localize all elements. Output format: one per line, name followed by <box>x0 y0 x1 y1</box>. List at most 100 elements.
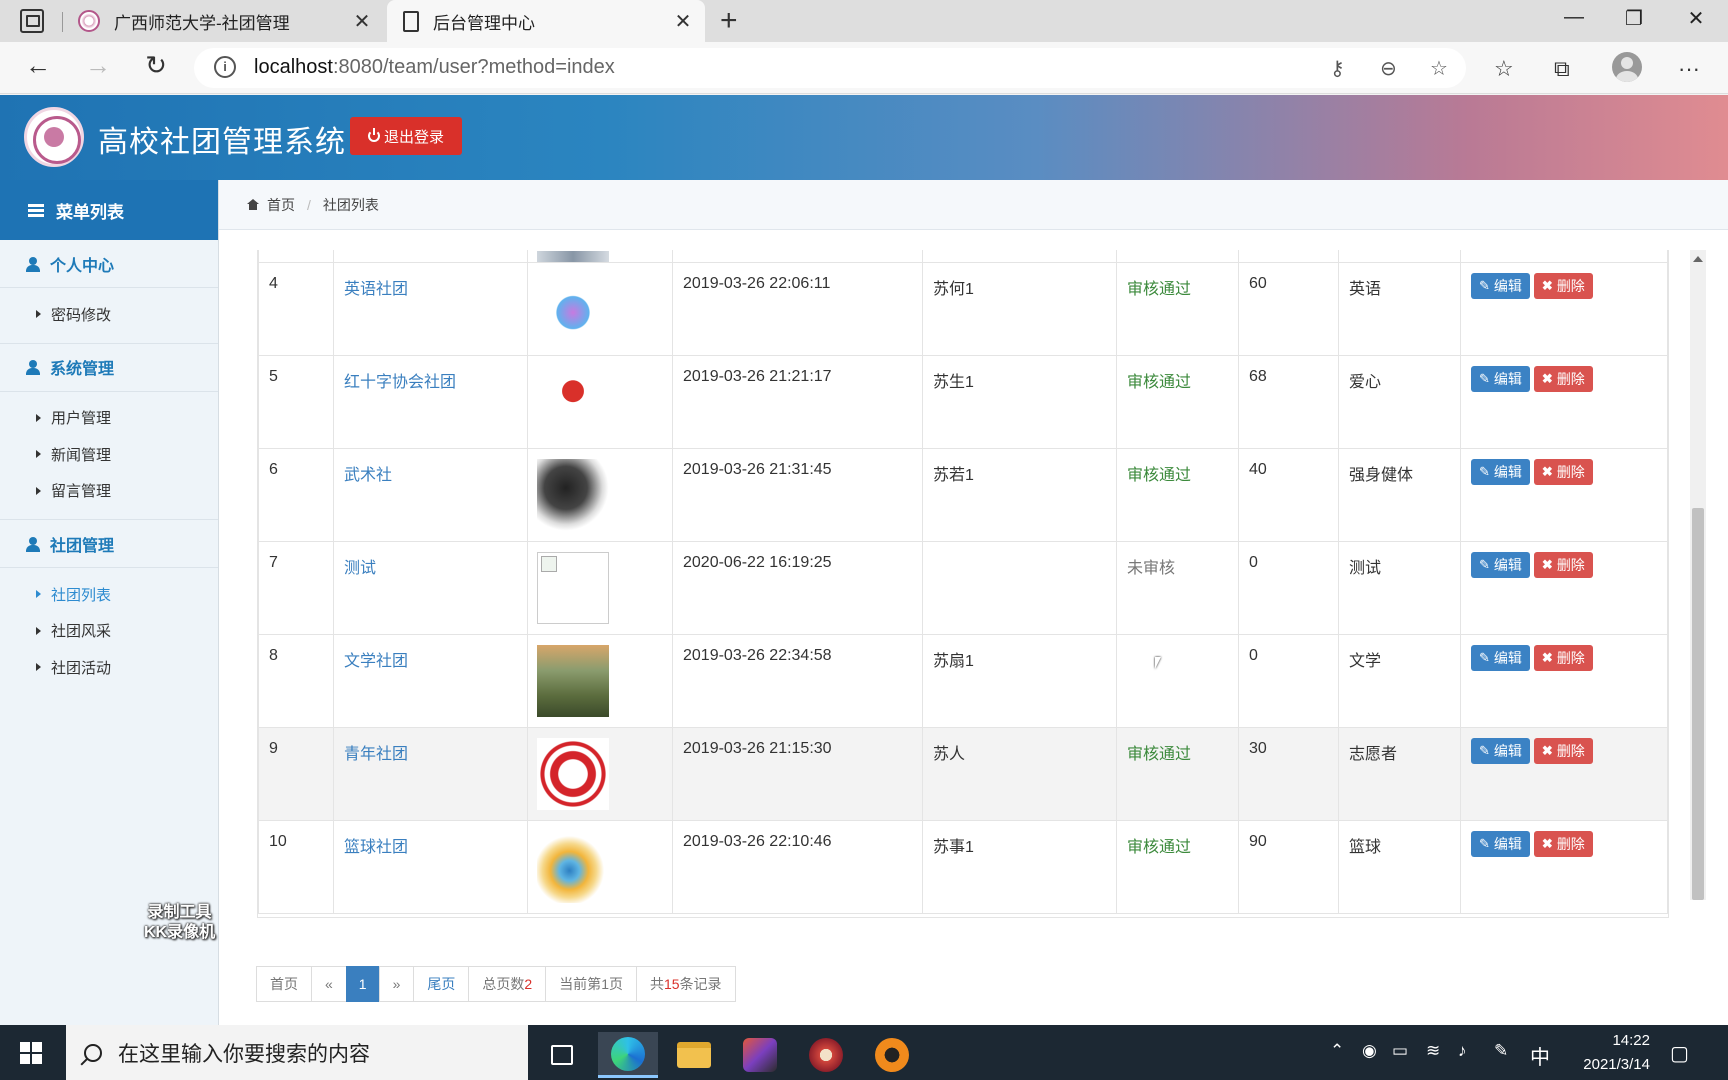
profile-avatar[interactable] <box>1612 52 1642 82</box>
delete-button[interactable]: ✖ 删除 <box>1533 366 1593 392</box>
pager-first[interactable]: 首页 <box>256 966 312 1002</box>
maximize-icon[interactable]: ❐ <box>1614 6 1654 31</box>
back-icon[interactable]: ← <box>20 50 56 81</box>
club-name-link[interactable]: 红十字协会社团 <box>344 374 456 391</box>
sidebar-item-club-activities[interactable]: 社团活动 <box>0 649 218 686</box>
tab-title: 后台管理中心 <box>433 13 535 33</box>
recorder-app-icon[interactable] <box>862 1032 922 1078</box>
club-table-container[interactable]: 4 英语社团 2019-03-26 22:06:11 苏何1 审核通过 60 英语 ✎ 编辑 ✖ 删… <box>257 250 1669 918</box>
delete-button[interactable]: ✖ 删除 <box>1533 831 1593 857</box>
cell-manager: 苏人 <box>922 727 1117 821</box>
delete-button[interactable]: ✖ 删除 <box>1533 738 1593 764</box>
edit-button[interactable]: ✎ 编辑 <box>1471 831 1530 857</box>
pager-last[interactable]: 尾页 <box>413 966 470 1002</box>
menu-group-label: 系统管理 <box>50 361 115 378</box>
site-info-icon[interactable]: i <box>214 56 236 78</box>
pager-total-pages-value: 2 <box>524 976 533 992</box>
qq-tray-icon[interactable]: ◉ <box>1362 1041 1377 1061</box>
scroll-up-icon[interactable] <box>1693 256 1703 262</box>
edit-button[interactable]: ✎ 编辑 <box>1471 366 1530 392</box>
battery-icon[interactable]: ▭ <box>1392 1041 1408 1061</box>
url-field[interactable]: i localhost:8080/team/user?method=index … <box>194 48 1466 88</box>
menu-group-system[interactable]: 系统管理 <box>0 344 218 392</box>
scrollbar-thumb[interactable] <box>1692 508 1704 900</box>
taskbar-search[interactable]: 在这里输入你要搜索的内容 <box>66 1025 528 1080</box>
breadcrumb-home[interactable]: 首页 <box>267 195 295 215</box>
cell-manager <box>922 541 1117 635</box>
logout-button[interactable]: 退出登录 <box>350 117 463 155</box>
cell-name: 测试 <box>333 541 528 635</box>
delete-button[interactable]: ✖ 删除 <box>1533 273 1593 299</box>
edit-button[interactable]: ✎ 编辑 <box>1471 645 1530 671</box>
club-name-link[interactable]: 武术社 <box>344 467 392 484</box>
more-menu-icon[interactable]: ··· <box>1678 56 1700 82</box>
sidebar-item-club-showcase[interactable]: 社团风采 <box>0 613 218 650</box>
wifi-icon[interactable]: ≋ <box>1426 1041 1440 1061</box>
club-table: 4 英语社团 2019-03-26 22:06:11 苏何1 审核通过 60 英语 ✎ 编辑 ✖ 删… <box>258 250 1668 914</box>
pager-total-pages-label: 总页数 <box>482 976 525 992</box>
edit-button[interactable]: ✎ 编辑 <box>1471 459 1530 485</box>
delete-button[interactable]: ✖ 删除 <box>1533 459 1593 485</box>
tab-actions-icon[interactable] <box>20 9 44 33</box>
delete-label: 删除 <box>1556 464 1585 480</box>
club-name-link[interactable]: 篮球社团 <box>344 839 408 856</box>
sidebar-item-messages[interactable]: 留言管理 <box>0 473 218 510</box>
favorites-icon[interactable]: ☆ <box>1494 56 1514 82</box>
pager-current-page[interactable]: 1 <box>345 966 380 1002</box>
cell-id: 6 <box>258 448 334 542</box>
edge-taskbar-icon[interactable] <box>598 1032 658 1078</box>
media-app-icon[interactable] <box>796 1032 856 1078</box>
tray-expand-icon[interactable]: ⌃ <box>1330 1041 1344 1061</box>
file-explorer-icon[interactable] <box>664 1032 724 1078</box>
collections-icon[interactable]: ⧉ <box>1554 56 1570 82</box>
cell-manager: 苏若1 <box>922 448 1117 542</box>
club-name-link[interactable]: 英语社团 <box>344 281 408 298</box>
pen-icon[interactable]: ✎ <box>1494 1041 1508 1061</box>
pager-current-suffix: 页 <box>608 976 623 992</box>
sidebar-item-club-list[interactable]: 社团列表 <box>0 576 218 613</box>
pager-next[interactable]: » <box>378 966 415 1002</box>
url-text[interactable]: localhost:8080/team/user?method=index <box>254 56 615 79</box>
edit-button[interactable]: ✎ 编辑 <box>1471 738 1530 764</box>
menu-group-personal[interactable]: 个人中心 <box>0 240 218 288</box>
password-key-icon[interactable]: ⚷ <box>1330 56 1345 81</box>
task-view-icon[interactable] <box>532 1032 592 1078</box>
edit-button[interactable]: ✎ 编辑 <box>1471 552 1530 578</box>
cell-time: 2019-03-26 22:06:11 <box>672 262 923 356</box>
windows-start-icon[interactable] <box>20 1042 42 1064</box>
window-close-icon[interactable]: ✕ <box>1676 6 1716 31</box>
reload-icon[interactable]: ↻ <box>138 50 174 81</box>
club-name-link[interactable]: 青年社团 <box>344 746 408 763</box>
ide-taskbar-icon[interactable] <box>730 1032 790 1078</box>
cell-manager: 苏生1 <box>922 355 1117 449</box>
vertical-scrollbar[interactable] <box>1690 250 1706 900</box>
delete-button[interactable]: ✖ 删除 <box>1533 552 1593 578</box>
cell-time: 2019-03-26 21:21:17 <box>672 355 923 449</box>
minimize-icon[interactable]: — <box>1554 6 1594 29</box>
sidebar-item-password[interactable]: 密码修改 <box>0 296 218 333</box>
caret-right-icon <box>36 590 41 599</box>
pager-prev[interactable]: « <box>311 966 347 1002</box>
taskbar-clock[interactable]: 14:22 2021/3/14 <box>1560 1029 1650 1077</box>
add-favorite-icon[interactable]: ☆ <box>1430 56 1448 81</box>
club-name-link[interactable]: 测试 <box>344 560 376 577</box>
sidebar-item-users[interactable]: 用户管理 <box>0 400 218 437</box>
menu-group-clubs[interactable]: 社团管理 <box>0 520 218 568</box>
sidebar-item-news[interactable]: 新闻管理 <box>0 436 218 473</box>
browser-tab-club[interactable]: 广西师范大学-社团管理 ✕ <box>66 0 384 42</box>
sidebar-heading-label: 菜单列表 <box>56 202 124 222</box>
club-name-link[interactable]: 文学社团 <box>344 653 408 670</box>
ime-indicator[interactable]: 中 <box>1530 1041 1550 1070</box>
tab-close-icon[interactable]: ✕ <box>348 9 376 34</box>
notification-icon[interactable]: ▢ <box>1670 1041 1689 1066</box>
tab-close-icon[interactable]: ✕ <box>669 9 697 34</box>
new-tab-icon[interactable]: + <box>720 4 738 38</box>
pager-total-pages: 总页数 2 <box>468 966 547 1002</box>
zoom-out-icon[interactable]: ⊖ <box>1380 56 1397 81</box>
volume-icon[interactable]: ♪ <box>1458 1041 1467 1061</box>
delete-button[interactable]: ✖ 删除 <box>1533 645 1593 671</box>
browser-tab-admin[interactable]: 后台管理中心 ✕ <box>387 0 705 42</box>
edit-button[interactable]: ✎ 编辑 <box>1471 273 1530 299</box>
times-icon: ✖ <box>1541 743 1553 758</box>
cell-manager: 苏何1 <box>922 262 1117 356</box>
